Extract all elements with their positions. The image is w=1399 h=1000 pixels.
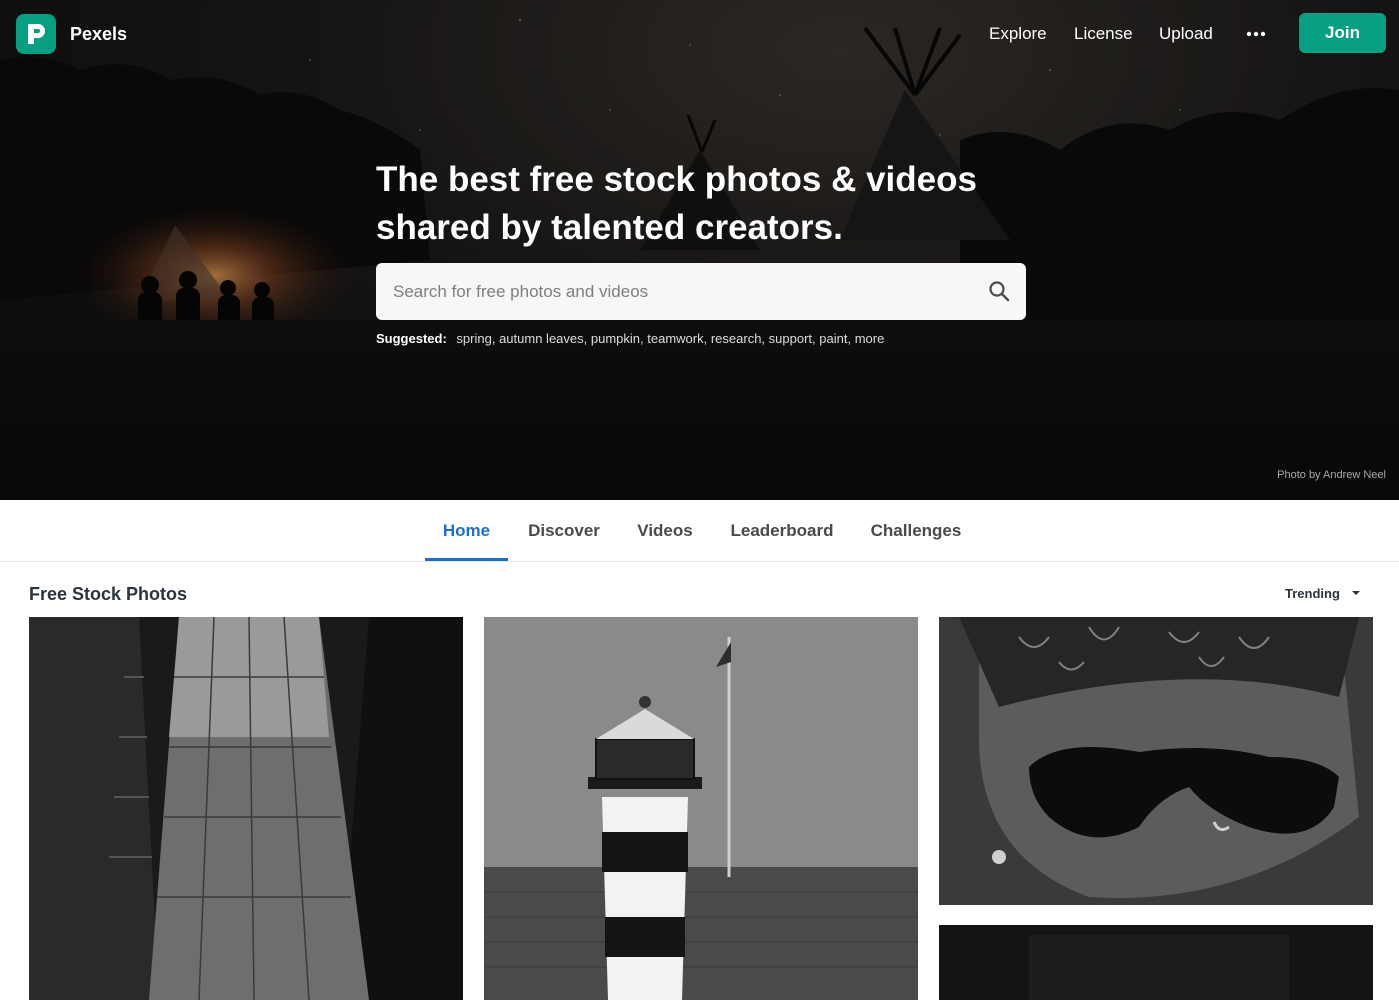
suggestion-link[interactable]: paint xyxy=(819,331,847,346)
photo-credit[interactable]: Photo by Andrew Neel xyxy=(1277,469,1386,481)
hero-banner: Pexels Explore License Upload Join The b… xyxy=(0,0,1399,500)
hero-headline: The best free stock photos & videos shar… xyxy=(376,156,1036,252)
photo-portrait[interactable] xyxy=(939,617,1373,905)
suggested-searches: Suggested: spring, autumn leaves, pumpki… xyxy=(376,331,885,346)
tab-videos[interactable]: Videos xyxy=(626,500,704,562)
more-horizontal-icon[interactable] xyxy=(1244,22,1268,46)
photo-dark[interactable] xyxy=(939,925,1373,1000)
tab-discover[interactable]: Discover xyxy=(516,500,612,562)
photo-lighthouse[interactable] xyxy=(484,617,918,1000)
sort-dropdown[interactable]: Trending xyxy=(1285,586,1340,601)
headline-line-1: The best free stock photos & videos xyxy=(376,160,977,199)
suggestion-link[interactable]: research xyxy=(711,331,762,346)
headline-line-2: shared by talented creators. xyxy=(376,208,843,247)
search-input[interactable] xyxy=(393,263,973,320)
pexels-logo-icon[interactable] xyxy=(16,14,56,54)
suggested-label: Suggested: xyxy=(376,331,447,346)
photo-building[interactable] xyxy=(29,617,463,1000)
brand-name[interactable]: Pexels xyxy=(70,24,127,45)
join-button[interactable]: Join xyxy=(1299,13,1386,53)
nav-upload-link[interactable]: Upload xyxy=(1159,24,1213,44)
suggestion-link[interactable]: support xyxy=(769,331,812,346)
suggestion-more-link[interactable]: more xyxy=(855,331,885,346)
section-tabs: Home Discover Videos Leaderboard Challen… xyxy=(0,500,1399,562)
suggestion-link[interactable]: spring xyxy=(456,331,491,346)
search-icon[interactable] xyxy=(988,280,1010,302)
nav-explore-link[interactable]: Explore xyxy=(989,24,1047,44)
suggestion-link[interactable]: pumpkin xyxy=(591,331,640,346)
tab-leaderboard[interactable]: Leaderboard xyxy=(718,500,846,562)
search-bar xyxy=(376,263,1026,320)
suggestion-link[interactable]: autumn leaves xyxy=(499,331,584,346)
nav-license-link[interactable]: License xyxy=(1074,24,1133,44)
suggestion-link[interactable]: teamwork xyxy=(647,331,703,346)
top-nav-bar: Pexels Explore License Upload Join xyxy=(0,0,1399,68)
tab-home[interactable]: Home xyxy=(425,500,508,561)
caret-down-icon[interactable] xyxy=(1351,590,1361,596)
gallery-title: Free Stock Photos xyxy=(29,584,188,604)
tab-challenges[interactable]: Challenges xyxy=(860,500,972,562)
